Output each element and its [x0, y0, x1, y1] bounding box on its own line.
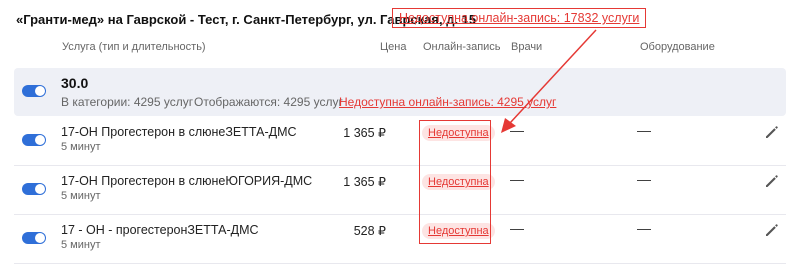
doctors-value: —	[510, 122, 524, 138]
category-name: 30.0	[61, 75, 89, 91]
service-duration: 5 минут	[61, 239, 101, 251]
toggle-knob	[35, 86, 45, 96]
service-toggle[interactable]	[22, 134, 46, 146]
toggle-knob	[35, 184, 45, 194]
doctors-value: —	[510, 220, 524, 236]
service-row: 17-ОН Прогестерон в слюнеЮГОРИЯ-ДМС 5 ми…	[14, 166, 786, 215]
pencil-icon[interactable]	[764, 124, 780, 140]
service-duration: 5 минут	[61, 190, 101, 202]
column-header-online: Онлайн-запись	[423, 41, 501, 53]
column-header-service: Услуга (тип и длительность)	[62, 41, 206, 53]
category-unavailable-link[interactable]: Недоступна онлайн-запись: 4295 услуг	[339, 95, 556, 109]
service-price: 1 365 ₽	[343, 175, 386, 189]
service-name: 17 - ОН - прогестеронЗЕТТА-ДМС	[61, 223, 259, 237]
toggle-knob	[35, 135, 45, 145]
service-name: 17-ОН Прогестерон в слюнеЗЕТТА-ДМС	[61, 125, 297, 139]
pencil-icon[interactable]	[764, 173, 780, 189]
column-header-doctors: Врачи	[511, 41, 543, 53]
service-duration: 5 минут	[61, 141, 101, 153]
equipment-value: —	[637, 171, 651, 187]
doctors-value: —	[510, 171, 524, 187]
service-toggle[interactable]	[22, 232, 46, 244]
service-price: 528 ₽	[353, 224, 386, 238]
toggle-knob	[35, 233, 45, 243]
column-header-price: Цена	[380, 41, 407, 53]
category-displayed: Отображаются: 4295 услуг	[194, 95, 343, 109]
service-price: 1 365 ₽	[343, 126, 386, 140]
service-name: 17-ОН Прогестерон в слюнеЮГОРИЯ-ДМС	[61, 174, 313, 188]
unavailable-online-booking-link[interactable]: Недоступна онлайн-запись: 17832 услуги	[392, 8, 647, 28]
category-toggle[interactable]	[22, 85, 46, 97]
online-status-highlight	[419, 120, 491, 244]
equipment-value: —	[637, 122, 651, 138]
pencil-icon[interactable]	[764, 222, 780, 238]
equipment-value: —	[637, 220, 651, 236]
service-row: 17-ОН Прогестерон в слюнеЗЕТТА-ДМС 5 мин…	[14, 117, 786, 166]
service-row: 17 - ОН - прогестеронЗЕТТА-ДМС 5 минут 5…	[14, 215, 786, 264]
category-row: 30.0 В категории: 4295 услуг Отображаютс…	[14, 68, 786, 116]
category-count: В категории: 4295 услуг	[61, 95, 194, 109]
column-header-equipment: Оборудование	[640, 41, 715, 53]
service-toggle[interactable]	[22, 183, 46, 195]
